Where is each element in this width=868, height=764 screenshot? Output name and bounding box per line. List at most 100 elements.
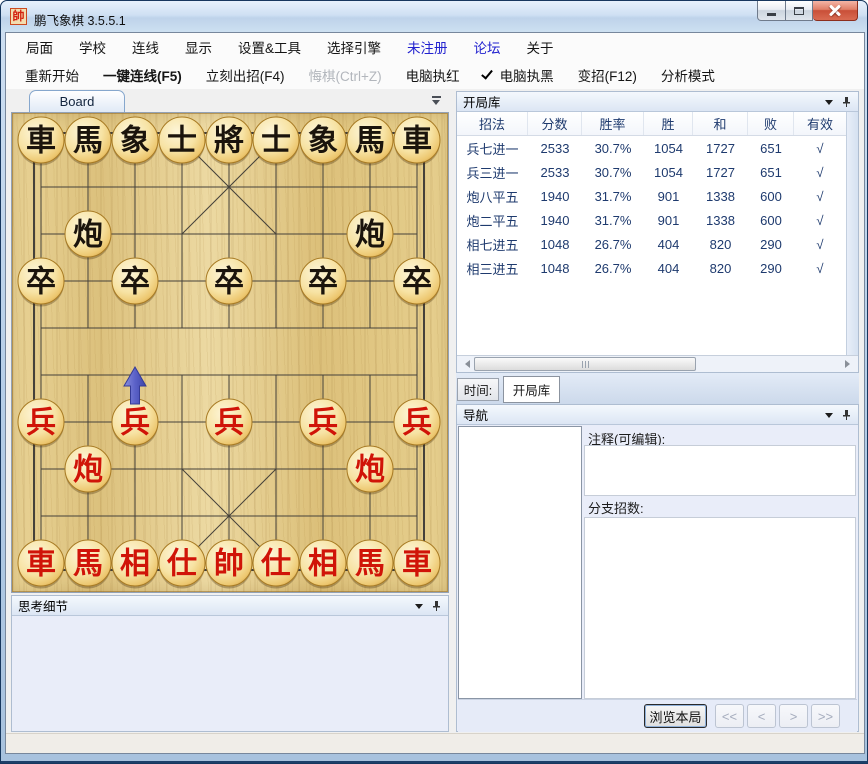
triangle-down-icon[interactable] (825, 413, 833, 422)
tool-quick-connect[interactable]: 一键连线(F5) (91, 62, 194, 89)
board-piece[interactable]: 相 (300, 540, 346, 589)
board-piece[interactable]: 炮 (65, 446, 111, 495)
table-row[interactable]: 相七进五104826.7%404820290√ (457, 232, 846, 256)
close-button[interactable] (813, 1, 858, 21)
board-piece[interactable]: 車 (394, 117, 440, 166)
column-header[interactable]: 有效 (794, 112, 846, 135)
close-icon (829, 5, 841, 16)
board-piece[interactable]: 士 (253, 117, 299, 166)
browse-game-button[interactable]: 浏览本局 (644, 704, 707, 728)
collapse-chevron-icon[interactable] (431, 96, 441, 109)
triangle-down-icon[interactable] (415, 604, 423, 613)
board-piece[interactable]: 兵 (300, 399, 346, 448)
board-piece[interactable]: 車 (394, 540, 440, 589)
board-piece[interactable]: 馬 (347, 117, 393, 166)
tab-board[interactable]: Board (29, 90, 125, 112)
pushpin-icon[interactable] (431, 600, 442, 612)
board-piece[interactable]: 卒 (394, 258, 440, 307)
board-piece[interactable]: 仕 (159, 540, 205, 589)
table-cell: 290 (748, 256, 794, 280)
tab-time[interactable]: 时间: (457, 378, 499, 401)
minimize-button[interactable] (757, 1, 786, 21)
board-piece[interactable]: 車 (18, 117, 64, 166)
tool-change-move[interactable]: 变招(F12) (566, 62, 649, 89)
menu-select-engine[interactable]: 选择引擎 (314, 34, 394, 61)
move-list[interactable] (458, 426, 582, 699)
pushpin-icon[interactable] (841, 96, 852, 108)
tab-opening-library[interactable]: 开局库 (503, 376, 560, 403)
board-piece[interactable]: 炮 (347, 211, 393, 260)
table-row[interactable]: 兵七进一253330.7%10541727651√ (457, 136, 846, 160)
menu-connect[interactable]: 连线 (119, 34, 172, 61)
menu-settings-tools[interactable]: 设置&工具 (225, 34, 314, 61)
board-piece[interactable]: 帥 (206, 540, 252, 589)
board-piece[interactable]: 卒 (18, 258, 64, 307)
triangle-down-icon[interactable] (825, 100, 833, 109)
vertical-scrollbar[interactable] (846, 112, 858, 355)
branch-moves-box[interactable] (584, 517, 856, 699)
comment-input[interactable] (584, 445, 856, 496)
board-piece[interactable]: 兵 (18, 399, 64, 448)
board-piece[interactable]: 相 (112, 540, 158, 589)
board-piece[interactable]: 炮 (347, 446, 393, 495)
board-piece[interactable]: 將 (206, 117, 252, 166)
title-bar[interactable]: 帥 鹏飞象棋 3.5.5.1 (1, 1, 867, 32)
svg-text:卒: 卒 (26, 265, 56, 300)
menu-position[interactable]: 局面 (13, 34, 66, 61)
board-piece[interactable]: 象 (300, 117, 346, 166)
table-row[interactable]: 炮二平五194031.7%9011338600√ (457, 208, 846, 232)
menu-about[interactable]: 关于 (514, 34, 567, 61)
scrollbar-thumb[interactable] (474, 357, 696, 371)
board-piece[interactable]: 象 (112, 117, 158, 166)
horizontal-scrollbar[interactable] (457, 355, 858, 372)
board-piece[interactable]: 卒 (112, 258, 158, 307)
tool-computer-black[interactable]: 电脑执黑 (472, 62, 566, 89)
scrollbar-track[interactable] (474, 356, 841, 372)
board-piece[interactable]: 兵 (206, 399, 252, 448)
tool-restart[interactable]: 重新开始 (13, 62, 91, 89)
board-piece[interactable]: 馬 (65, 117, 111, 166)
board-piece[interactable]: 士 (159, 117, 205, 166)
board-piece[interactable]: 馬 (347, 540, 393, 589)
table-row[interactable]: 兵三进一253330.7%10541727651√ (457, 160, 846, 184)
tool-analysis-mode[interactable]: 分析模式 (649, 62, 727, 89)
column-header[interactable]: 分数 (528, 112, 582, 135)
minimize-icon (767, 13, 776, 16)
board-piece[interactable]: 炮 (65, 211, 111, 260)
column-header[interactable]: 败 (748, 112, 794, 135)
table-cell: 炮二平五 (457, 208, 528, 232)
table-row[interactable]: 相三进五104826.7%404820290√ (457, 256, 846, 280)
board-piece[interactable]: 車 (18, 540, 64, 589)
column-header[interactable]: 招法 (457, 112, 528, 135)
table-cell: 31.7% (582, 208, 644, 232)
svg-text:車: 車 (26, 124, 56, 159)
scroll-right-button[interactable] (841, 356, 858, 372)
board-piece[interactable]: 卒 (206, 258, 252, 307)
svg-text:馬: 馬 (355, 124, 385, 159)
table-cell: 2533 (528, 136, 582, 160)
menu-school[interactable]: 学校 (66, 34, 119, 61)
menu-display[interactable]: 显示 (172, 34, 225, 61)
column-header[interactable]: 和 (693, 112, 748, 135)
table-cell: 相三进五 (457, 256, 528, 280)
scroll-left-button[interactable] (457, 356, 474, 372)
board-piece[interactable]: 仕 (253, 540, 299, 589)
tool-move-now[interactable]: 立刻出招(F4) (194, 62, 297, 89)
board-piece[interactable]: 馬 (65, 540, 111, 589)
column-header[interactable]: 胜 (644, 112, 693, 135)
pushpin-icon[interactable] (841, 409, 852, 421)
column-header[interactable]: 胜率 (582, 112, 644, 135)
tool-computer-red[interactable]: 电脑执红 (394, 62, 472, 89)
first-move-button: << (715, 704, 744, 728)
table-row[interactable]: 炮八平五194031.7%9011338600√ (457, 184, 846, 208)
menu-forum[interactable]: 论坛 (461, 34, 514, 61)
maximize-button[interactable] (786, 1, 813, 21)
svg-text:卒: 卒 (214, 265, 244, 300)
svg-text:馬: 馬 (355, 547, 385, 582)
board-piece[interactable]: 兵 (394, 399, 440, 448)
board-piece[interactable]: 卒 (300, 258, 346, 307)
xiangqi-board[interactable]: 車 馬 象 士 將 士 象 馬 車 炮 (12, 113, 448, 592)
menu-unregistered[interactable]: 未注册 (394, 34, 461, 61)
think-details-panel: 思考细节 (11, 595, 449, 732)
board-piece[interactable]: 兵 (112, 399, 158, 448)
